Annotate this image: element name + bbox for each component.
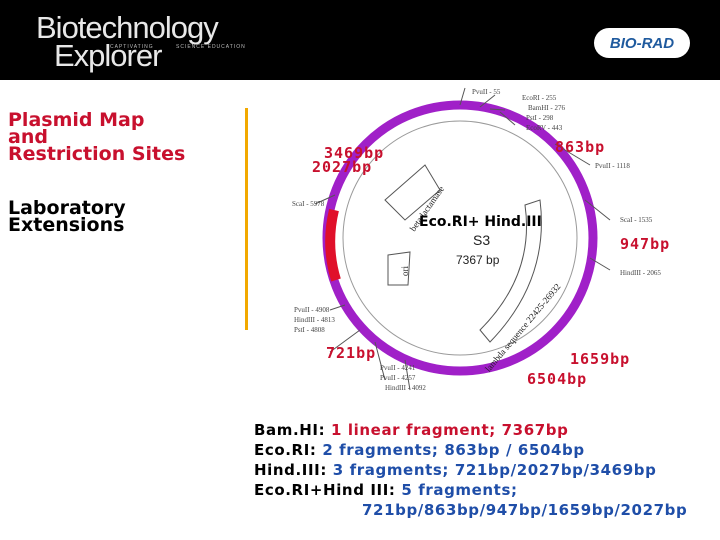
ecori-label: Eco.RI: [254, 441, 317, 459]
hindiii-row: Hind.III: 3 fragments; 721bp/2027bp/3469… [254, 460, 687, 480]
site-label: PvuII - 4257 [380, 374, 416, 382]
slide-heading: Plasmid Map and Restriction Sites [8, 111, 186, 165]
bio-rad-logo: BIO-RAD [594, 28, 690, 58]
bio-rad-brand-text: BIO-RAD [609, 34, 675, 52]
plasmid-name: S3 [473, 232, 490, 248]
header-bar: Biotechnology Explorer CAPTIVATING SCIEN… [0, 0, 720, 80]
gene-label-ori: ori [400, 266, 410, 276]
site-label: PvuII - 4908 [294, 306, 330, 314]
site-label: PvuII - 55 [472, 88, 501, 96]
combo-result: 5 fragments; [401, 481, 518, 499]
slide-subheading: Laboratory Extensions [8, 199, 126, 236]
site-label: PstI - 4808 [294, 326, 325, 334]
bamhi-row: Bam.HI: 1 linear fragment; 7367bp [254, 420, 687, 440]
site-label: EcoRV - 443 [526, 124, 563, 132]
fragment-label-721: 721bp [326, 344, 377, 362]
site-label: HindIII - 4092 [385, 384, 426, 392]
biotechnology-explorer-logo: Biotechnology Explorer [36, 12, 219, 71]
fragment-label-1659: 1659bp [570, 350, 631, 368]
logo-tagline-right: SCIENCE EDUCATION [176, 44, 246, 50]
site-label: HindIII - 4813 [294, 316, 335, 324]
hindiii-label: Hind.III: [254, 461, 327, 479]
red-segment-arc [325, 208, 341, 282]
fragment-label-2027: 2027bp [312, 158, 373, 176]
logo-tagline-left: CAPTIVATING [110, 44, 154, 50]
site-label: BamHI - 276 [528, 104, 565, 112]
digest-summary: Bam.HI: 1 linear fragment; 7367bp Eco.RI… [254, 420, 687, 520]
heading-line-3: Restriction Sites [8, 143, 186, 165]
bamhi-result: 1 linear fragment; 7367bp [331, 421, 569, 439]
site-label: PvuII - 4241 [380, 364, 416, 372]
combo-row: Eco.RI+Hind III: 5 fragments; [254, 480, 687, 500]
subheading-line-2: Extensions [8, 214, 125, 236]
enzyme-label: Eco.RI+ Hind.III [419, 214, 542, 230]
site-label: ScaI - 5978 [292, 200, 325, 208]
fragment-label-947: 947bp [620, 235, 671, 253]
fragment-label-6504: 6504bp [527, 370, 588, 388]
ecori-row: Eco.RI: 2 fragments; 863bp / 6504bp [254, 440, 687, 460]
site-label: PvuII - 1118 [595, 162, 630, 170]
hindiii-result: 3 fragments; 721bp/2027bp/3469bp [332, 461, 657, 479]
fragment-label-863: 863bp [555, 138, 606, 156]
site-label: HindIII - 2065 [620, 269, 661, 277]
site-label: ScaI - 1535 [620, 216, 653, 224]
ecori-result: 2 fragments; 863bp / 6504bp [322, 441, 585, 459]
site-label: PstI - 298 [526, 114, 554, 122]
combo-label: Eco.RI+Hind III: [254, 481, 396, 499]
plasmid-size: 7367 bp [456, 253, 500, 267]
vertical-divider [245, 108, 248, 330]
bamhi-label: Bam.HI: [254, 421, 326, 439]
site-label: EcoRI - 255 [522, 94, 557, 102]
combo-fragment-list: 721bp/863bp/947bp/1659bp/2027bp [362, 501, 688, 519]
